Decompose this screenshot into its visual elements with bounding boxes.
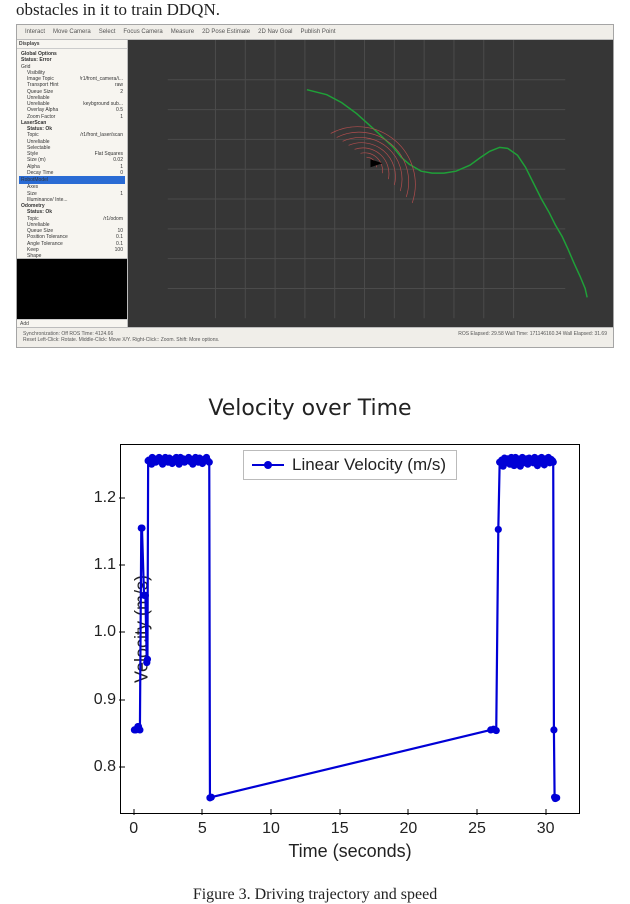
x-tick: 5	[198, 820, 207, 838]
trajectory-path	[307, 90, 587, 298]
rviz-3d-view[interactable]	[128, 40, 613, 328]
x-tick: 25	[468, 820, 486, 838]
status-right: ROS Elapsed: 29.58 Wall Time: 171146160.…	[458, 331, 607, 337]
tool-move-camera[interactable]: Move Camera	[53, 29, 91, 35]
x-tick: 15	[331, 820, 349, 838]
x-tick: 30	[537, 820, 555, 838]
status-hints: Reset Left-Click: Rotate. Middle-Click: …	[23, 337, 607, 343]
x-tick: 0	[129, 820, 138, 838]
x-tick: 20	[399, 820, 417, 838]
y-tick: 0.9	[76, 691, 116, 709]
plot-area: Velocity (m/s) Time (seconds) Linear Vel…	[120, 444, 580, 814]
rviz-statusbar: Synchronization: Off ROS Time: 4124.66 R…	[17, 327, 613, 347]
y-tick: 0.8	[76, 758, 116, 776]
tool-interact[interactable]: Interact	[25, 29, 45, 35]
legend-label: Linear Velocity (m/s)	[292, 455, 446, 475]
tool-2d-nav[interactable]: 2D Nav Goal	[258, 29, 292, 35]
y-tick: 1.0	[76, 623, 116, 641]
tool-publish-point[interactable]: Publish Point	[300, 29, 335, 35]
tool-focus[interactable]: Focus Camera	[123, 29, 162, 35]
tool-select[interactable]: Select	[99, 29, 116, 35]
velocity-chart: Velocity over Time Velocity (m/s) Time (…	[30, 396, 590, 866]
tool-2d-pose[interactable]: 2D Pose Estimate	[202, 29, 250, 35]
y-tick: 1.1	[76, 556, 116, 574]
displays-title: Displays	[17, 40, 127, 49]
displays-tree[interactable]: Global OptionsStatus: ErrorGridVisibilit…	[17, 49, 127, 258]
x-tick: 10	[262, 820, 280, 838]
page-text-fragment: obstacles in it to train DDQN.	[16, 0, 220, 20]
figure-caption: Figure 3. Driving trajectory and speed	[0, 886, 630, 904]
legend-marker-icon	[252, 464, 284, 466]
chart-title: Velocity over Time	[30, 396, 590, 421]
y-tick: 1.2	[76, 489, 116, 507]
rviz-window: Interact Move Camera Select Focus Camera…	[16, 24, 614, 348]
rviz-toolbar: Interact Move Camera Select Focus Camera…	[17, 25, 613, 40]
line-series	[131, 454, 560, 802]
camera-preview	[17, 258, 127, 319]
legend: Linear Velocity (m/s)	[243, 450, 457, 480]
x-axis-label: Time (seconds)	[288, 841, 411, 862]
displays-panel[interactable]: Displays Global OptionsStatus: ErrorGrid…	[17, 40, 128, 328]
tool-measure[interactable]: Measure	[171, 29, 194, 35]
